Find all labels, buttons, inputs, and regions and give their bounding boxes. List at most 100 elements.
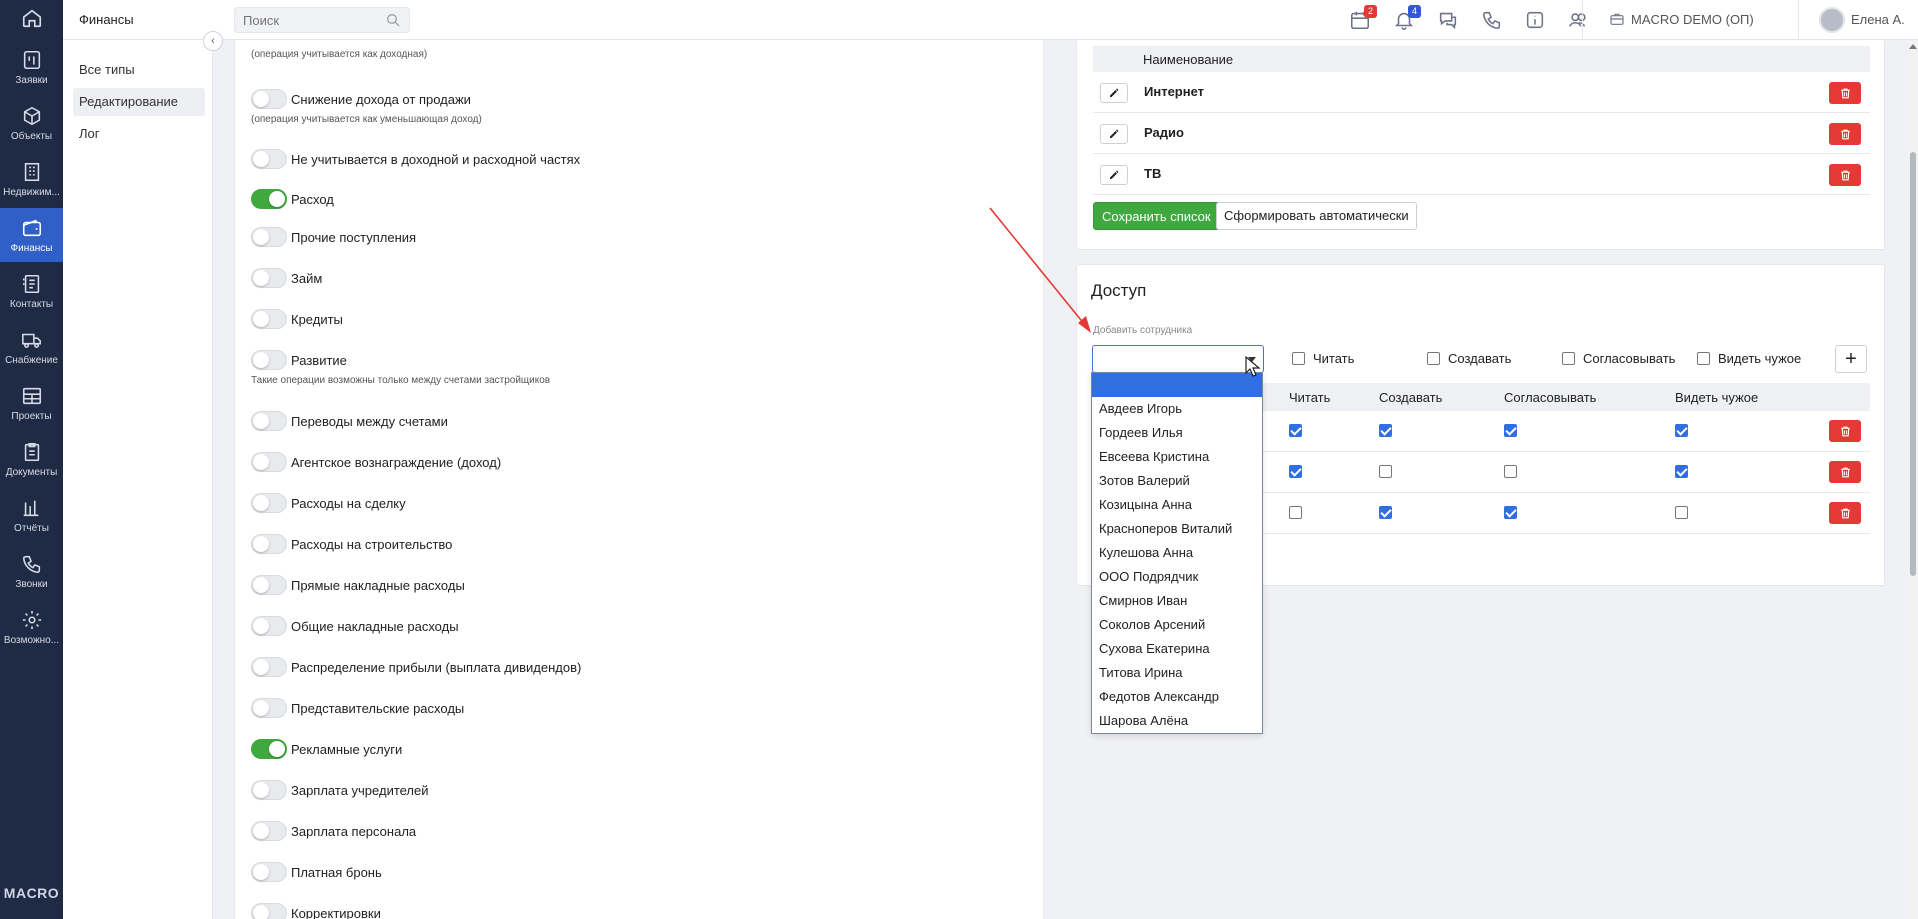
operation-toggle[interactable] xyxy=(251,903,287,919)
checkbox[interactable] xyxy=(1427,352,1440,365)
scroll-up-icon[interactable] xyxy=(1909,44,1917,49)
edit-button[interactable] xyxy=(1100,165,1128,185)
access-checkbox-see-others[interactable] xyxy=(1675,506,1688,519)
rail-item-4[interactable]: Контакты xyxy=(0,264,63,318)
operation-toggle[interactable] xyxy=(251,149,287,169)
permission-checkbox-3[interactable]: Видеть чужое xyxy=(1697,351,1801,366)
calls-button[interactable] xyxy=(1481,9,1503,31)
notifications-button[interactable]: 4 xyxy=(1393,5,1421,31)
delete-button[interactable] xyxy=(1829,502,1861,524)
dropdown-option[interactable]: Шарова Алёна xyxy=(1092,709,1262,733)
operation-toggle[interactable] xyxy=(251,657,287,677)
access-checkbox-see-others[interactable] xyxy=(1675,465,1688,478)
access-checkbox-read[interactable] xyxy=(1289,506,1302,519)
delete-button[interactable] xyxy=(1829,461,1861,483)
page-scrollbar[interactable] xyxy=(1908,40,1918,919)
dropdown-option[interactable]: Сухова Екатерина xyxy=(1092,637,1262,661)
access-checkbox-approve[interactable] xyxy=(1504,465,1517,478)
dropdown-option[interactable]: Кулешова Анна xyxy=(1092,541,1262,565)
scroll-thumb[interactable] xyxy=(1910,152,1916,576)
operation-toggle[interactable] xyxy=(251,452,287,472)
access-checkbox-create[interactable] xyxy=(1379,506,1392,519)
operation-toggle[interactable] xyxy=(251,89,287,109)
calendar-button[interactable]: 2 xyxy=(1349,5,1377,31)
dropdown-option[interactable]: Гордеев Илья xyxy=(1092,421,1262,445)
checkbox[interactable] xyxy=(1292,352,1305,365)
rail-item-6[interactable]: Проекты xyxy=(0,376,63,430)
operation-toggle[interactable] xyxy=(251,739,287,759)
dropdown-option[interactable]: Козицына Анна xyxy=(1092,493,1262,517)
permission-checkbox-1[interactable]: Создавать xyxy=(1427,351,1511,366)
rail-item-9[interactable]: Звонки xyxy=(0,544,63,598)
employee-dropdown-list[interactable]: Авдеев Игорь Гордеев Илья Евсеева Кристина… xyxy=(1091,372,1263,734)
operation-toggle[interactable] xyxy=(251,821,287,841)
access-checkbox-create[interactable] xyxy=(1379,465,1392,478)
operation-toggle[interactable] xyxy=(251,698,287,718)
operation-toggle[interactable] xyxy=(251,616,287,636)
user-name[interactable]: Елена А. xyxy=(1851,12,1905,27)
rail-item-5[interactable]: Снабжение xyxy=(0,320,63,374)
permission-checkbox-0[interactable]: Читать xyxy=(1292,351,1354,366)
dropdown-option[interactable]: Красноперов Виталий xyxy=(1092,517,1262,541)
save-list-button[interactable]: Сохранить список xyxy=(1093,202,1220,230)
delete-button[interactable] xyxy=(1829,123,1861,145)
operation-toggle[interactable] xyxy=(251,575,287,595)
operation-toggle[interactable] xyxy=(251,189,287,209)
operation-toggle[interactable] xyxy=(251,862,287,882)
operation-toggle[interactable] xyxy=(251,493,287,513)
company-selector[interactable]: MACRO DEMO (ОП) xyxy=(1631,12,1754,27)
operation-toggle[interactable] xyxy=(251,227,287,247)
chat-button[interactable] xyxy=(1437,9,1459,31)
operation-toggle[interactable] xyxy=(251,534,287,554)
dropdown-option[interactable]: ООО Подрядчик xyxy=(1092,565,1262,589)
dropdown-option[interactable]: Смирнов Иван xyxy=(1092,589,1262,613)
operation-toggle[interactable] xyxy=(251,411,287,431)
employee-select[interactable] xyxy=(1092,345,1264,373)
rail-item-2[interactable]: Недвижим... xyxy=(0,152,63,206)
rail-item-0[interactable]: Заявки xyxy=(0,40,63,94)
operation-toggle[interactable] xyxy=(251,309,287,329)
rail-item-3[interactable]: Финансы xyxy=(0,208,63,262)
dropdown-option[interactable]: Соколов Арсений xyxy=(1092,613,1262,637)
delete-button[interactable] xyxy=(1829,82,1861,104)
dropdown-option[interactable]: Евсеева Кристина xyxy=(1092,445,1262,469)
users-button[interactable] xyxy=(1567,9,1589,31)
rail-item-10[interactable]: Возможно... xyxy=(0,600,63,654)
auto-generate-button[interactable]: Сформировать автоматически xyxy=(1216,202,1417,230)
edit-button[interactable] xyxy=(1100,124,1128,144)
operation-toggle[interactable] xyxy=(251,350,287,370)
search-input[interactable] xyxy=(235,8,375,32)
dropdown-option[interactable]: Зотов Валерий xyxy=(1092,469,1262,493)
access-checkbox-read[interactable] xyxy=(1289,465,1302,478)
rail-item-1[interactable]: Объекты xyxy=(0,96,63,150)
operation-toggle[interactable] xyxy=(251,268,287,288)
dropdown-option[interactable]: Титова Ирина xyxy=(1092,661,1262,685)
home-button[interactable] xyxy=(0,0,63,40)
info-button[interactable] xyxy=(1524,9,1546,31)
rail-item-8[interactable]: Отчёты xyxy=(0,488,63,542)
access-checkbox-create[interactable] xyxy=(1379,424,1392,437)
collapse-sidebar-button[interactable]: ‹ xyxy=(203,31,223,51)
checkbox[interactable] xyxy=(1697,352,1710,365)
subnav-item-2[interactable]: Лог xyxy=(73,120,205,148)
delete-button[interactable] xyxy=(1829,164,1861,186)
search-box[interactable] xyxy=(234,7,410,33)
dropdown-option[interactable]: Авдеев Игорь xyxy=(1092,397,1262,421)
subnav-item-0[interactable]: Все типы xyxy=(73,56,205,84)
delete-button[interactable] xyxy=(1829,420,1861,442)
rail-item-7[interactable]: Документы xyxy=(0,432,63,486)
dropdown-option[interactable] xyxy=(1092,373,1262,397)
access-checkbox-approve[interactable] xyxy=(1504,424,1517,437)
avatar[interactable] xyxy=(1819,7,1845,33)
subnav-item-1[interactable]: Редактирование xyxy=(73,88,205,116)
access-checkbox-approve[interactable] xyxy=(1504,506,1517,519)
add-employee-button[interactable]: + xyxy=(1835,345,1867,373)
access-checkbox-see-others[interactable] xyxy=(1675,424,1688,437)
dropdown-option[interactable]: Федотов Александр xyxy=(1092,685,1262,709)
operation-type-row: Корректировки xyxy=(251,902,381,919)
operation-toggle[interactable] xyxy=(251,780,287,800)
checkbox[interactable] xyxy=(1562,352,1575,365)
access-checkbox-read[interactable] xyxy=(1289,424,1302,437)
permission-checkbox-2[interactable]: Согласовывать xyxy=(1562,351,1675,366)
edit-button[interactable] xyxy=(1100,83,1128,103)
